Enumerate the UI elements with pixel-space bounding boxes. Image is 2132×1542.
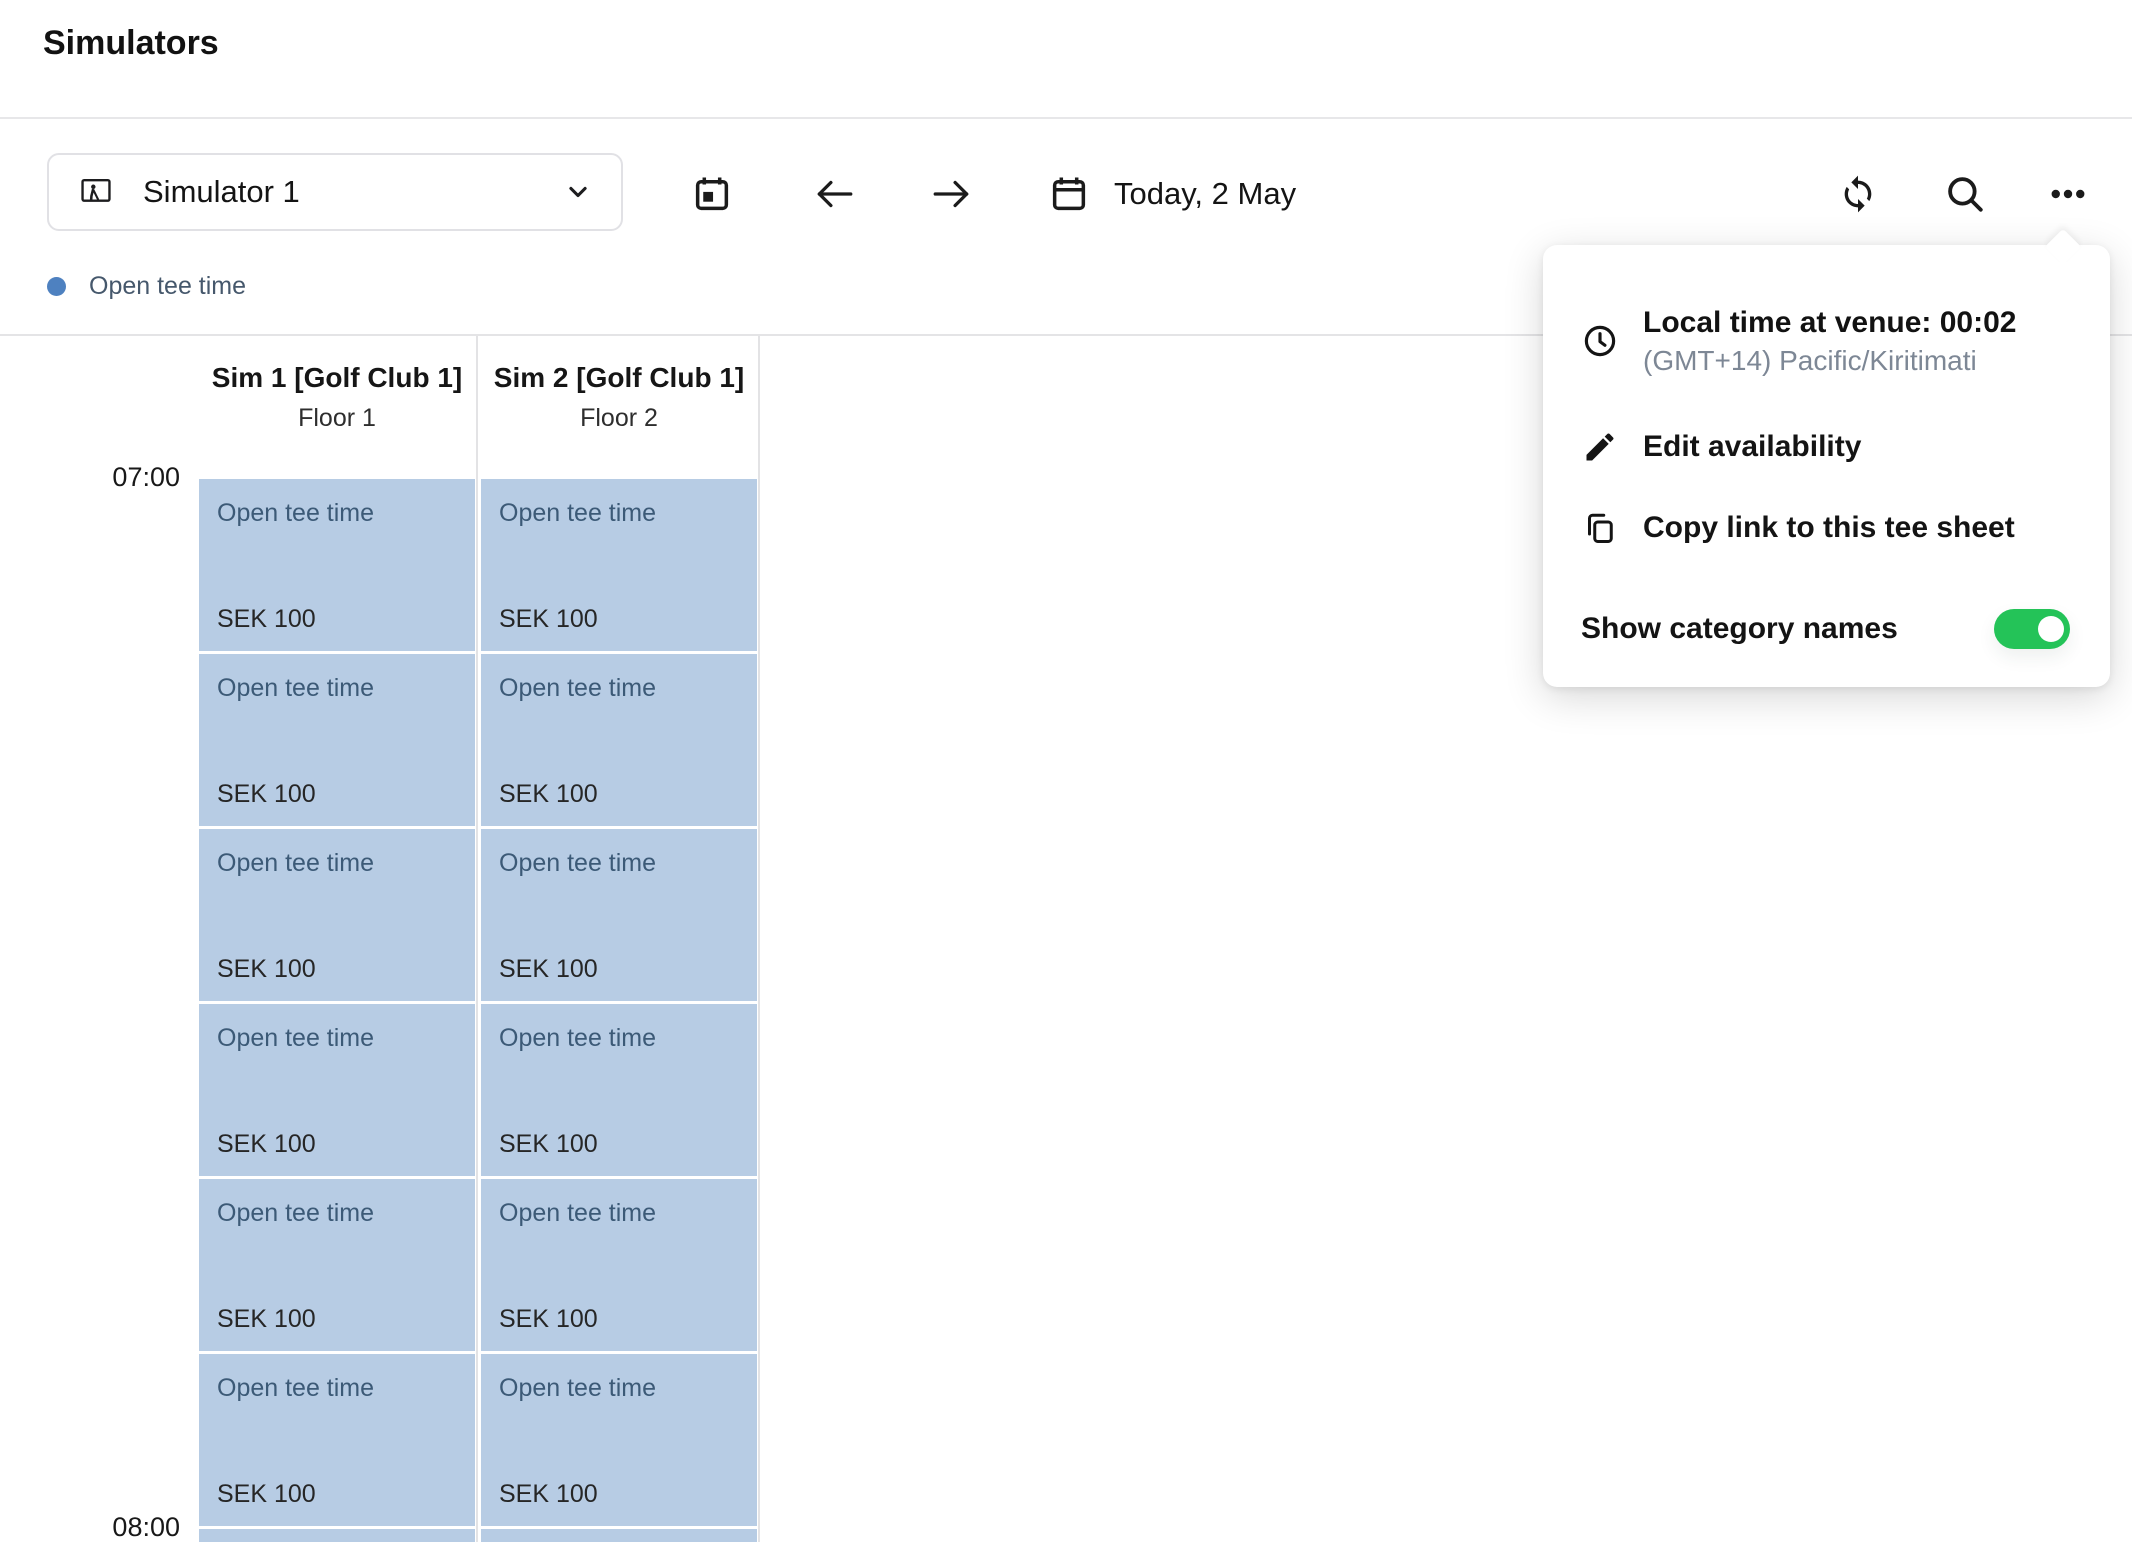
copy-link-label: Copy link to this tee sheet xyxy=(1643,511,2015,545)
tee-time-slot[interactable]: Open tee time SEK 100 xyxy=(199,829,475,1001)
calendar-icon xyxy=(1048,173,1090,215)
tee-time-slot[interactable]: Open tee time SEK 100 xyxy=(199,1354,475,1526)
tee-time-slot[interactable] xyxy=(481,1529,757,1542)
local-time-title: Local time at venue: 00:02 xyxy=(1643,303,2016,343)
menu-item-copy-link[interactable]: Copy link to this tee sheet xyxy=(1581,499,2070,557)
pencil-icon xyxy=(1581,428,1619,466)
slot-label: Open tee time xyxy=(499,1199,749,1228)
simulator-select-value: Simulator 1 xyxy=(143,174,300,210)
legend-label: Open tee time xyxy=(89,272,246,301)
column-title: Sim 2 [Golf Club 1] xyxy=(488,354,750,401)
header-divider xyxy=(0,117,2132,119)
open-tee-time-dot-icon xyxy=(47,277,66,296)
show-category-names-label: Show category names xyxy=(1581,612,1898,646)
slot-price: SEK 100 xyxy=(217,1305,467,1334)
slot-label: Open tee time xyxy=(217,1199,467,1228)
simulators-page: Simulators Simulator 1 xyxy=(0,0,2132,1542)
slot-label: Open tee time xyxy=(499,499,749,528)
slot-label: Open tee time xyxy=(499,1374,749,1403)
more-options-menu: Local time at venue: 00:02 (GMT+14) Paci… xyxy=(1543,245,2110,687)
refresh-icon xyxy=(1838,174,1878,214)
slot-price: SEK 100 xyxy=(217,605,467,634)
slot-label: Open tee time xyxy=(217,849,467,878)
slot-label: Open tee time xyxy=(217,499,467,528)
arrow-right-icon xyxy=(929,171,975,217)
more-options-button[interactable] xyxy=(2042,168,2094,220)
date-picker[interactable]: Today, 2 May xyxy=(1048,168,1296,220)
local-time-item: Local time at venue: 00:02 (GMT+14) Paci… xyxy=(1581,293,2070,388)
slot-price: SEK 100 xyxy=(217,1480,467,1509)
tee-time-slot[interactable]: Open tee time SEK 100 xyxy=(481,1004,757,1176)
tee-time-slot[interactable]: Open tee time SEK 100 xyxy=(199,1004,475,1176)
slot-label: Open tee time xyxy=(217,674,467,703)
slot-price: SEK 100 xyxy=(217,955,467,984)
menu-item-edit-availability[interactable]: Edit availability xyxy=(1581,417,2070,477)
slot-label: Open tee time xyxy=(499,674,749,703)
refresh-button[interactable] xyxy=(1832,168,1884,220)
column-header: Sim 2 [Golf Club 1]Floor 2 xyxy=(479,338,759,476)
slot-label: Open tee time xyxy=(217,1374,467,1403)
column-separator xyxy=(476,336,478,1542)
tee-time-slot[interactable]: Open tee time SEK 100 xyxy=(199,1179,475,1351)
legend: Open tee time xyxy=(47,270,246,302)
simulator-select[interactable]: Simulator 1 xyxy=(47,153,623,231)
tee-time-slot[interactable] xyxy=(199,1529,475,1542)
menu-arrow-notch xyxy=(2045,229,2082,266)
hour-label: 07:00 xyxy=(0,462,180,493)
slot-label: Open tee time xyxy=(499,849,749,878)
chevron-down-icon xyxy=(561,175,595,209)
slot-label: Open tee time xyxy=(217,1024,467,1053)
copy-icon xyxy=(1581,509,1619,547)
show-category-names-row: Show category names xyxy=(1581,597,2070,661)
show-category-names-toggle[interactable] xyxy=(1994,609,2070,649)
tee-time-slot[interactable]: Open tee time SEK 100 xyxy=(199,479,475,651)
slot-price: SEK 100 xyxy=(499,1480,749,1509)
next-day-button[interactable] xyxy=(926,168,978,220)
slot-price: SEK 100 xyxy=(499,1130,749,1159)
column-header: Sim 1 [Golf Club 1]Floor 1 xyxy=(197,338,477,476)
edit-availability-label: Edit availability xyxy=(1643,430,1861,464)
slot-price: SEK 100 xyxy=(217,780,467,809)
local-time-timezone: (GMT+14) Pacific/Kiritimati xyxy=(1643,343,2016,379)
search-button[interactable] xyxy=(1939,168,1991,220)
page-title: Simulators xyxy=(43,24,219,63)
slot-price: SEK 100 xyxy=(499,1305,749,1334)
slot-price: SEK 100 xyxy=(499,605,749,634)
column-title: Sim 1 [Golf Club 1] xyxy=(206,354,468,401)
search-icon xyxy=(1944,173,1986,215)
slot-price: SEK 100 xyxy=(499,955,749,984)
arrow-left-icon xyxy=(811,171,857,217)
more-horizontal-icon xyxy=(2047,173,2089,215)
jump-to-date-button[interactable] xyxy=(686,168,738,220)
slot-label: Open tee time xyxy=(499,1024,749,1053)
tee-time-slot[interactable]: Open tee time SEK 100 xyxy=(199,654,475,826)
column-subtitle: Floor 2 xyxy=(580,402,658,435)
column-subtitle: Floor 1 xyxy=(298,402,376,435)
tee-time-slot[interactable]: Open tee time SEK 100 xyxy=(481,479,757,651)
slot-price: SEK 100 xyxy=(217,1130,467,1159)
tee-time-slot[interactable]: Open tee time SEK 100 xyxy=(481,1354,757,1526)
hour-label: 08:00 xyxy=(0,1512,180,1542)
toggle-knob xyxy=(2038,616,2064,642)
clock-icon xyxy=(1581,322,1619,360)
grid-right-border xyxy=(758,336,760,1542)
simulator-icon xyxy=(77,173,115,211)
tee-time-slot[interactable]: Open tee time SEK 100 xyxy=(481,1179,757,1351)
slot-price: SEK 100 xyxy=(499,780,749,809)
date-label: Today, 2 May xyxy=(1114,176,1296,212)
previous-day-button[interactable] xyxy=(808,168,860,220)
tee-time-slot[interactable]: Open tee time SEK 100 xyxy=(481,829,757,1001)
tee-time-slot[interactable]: Open tee time SEK 100 xyxy=(481,654,757,826)
